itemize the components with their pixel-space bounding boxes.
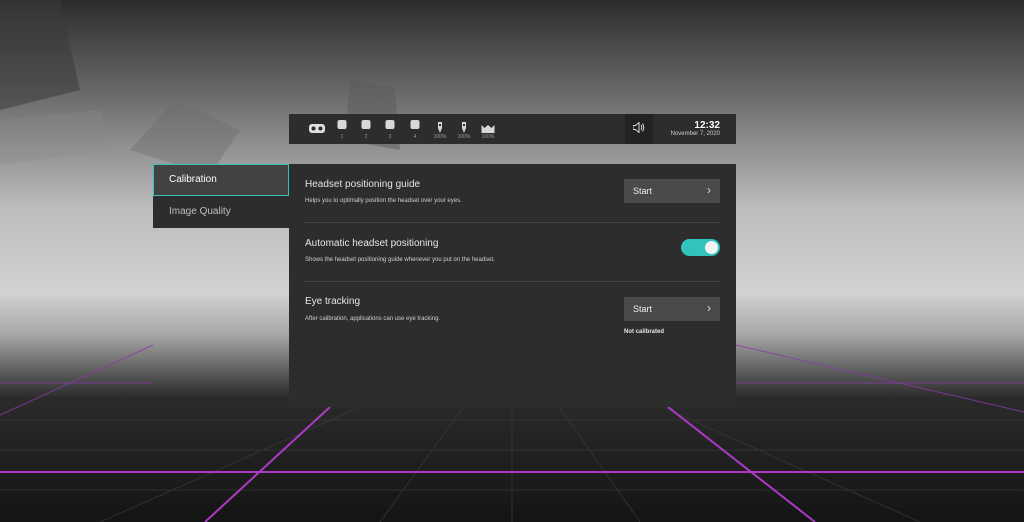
eye-tracking-description: After calibration, applications can use …	[305, 316, 441, 322]
top-status-bar: 1 2 3 4 100% 100% 100% 12:32 November 7,…	[289, 114, 736, 144]
clock-date: November 7, 2020	[670, 131, 720, 137]
chevron-right-icon: ›	[707, 301, 711, 315]
desktop-3-button[interactable]: 3	[379, 114, 401, 144]
auto-positioning-description: Shows the headset positioning guide when…	[305, 257, 495, 263]
tab-calibration[interactable]: Calibration	[153, 164, 289, 196]
headset-battery-label: 100%	[481, 134, 495, 140]
desktop-1-label: 1	[340, 134, 344, 140]
divider	[305, 222, 720, 223]
right-controller-battery: 100%	[457, 134, 471, 140]
headset-guide-start-label: Start	[633, 186, 653, 196]
chevron-right-icon: ›	[707, 183, 711, 197]
headset-battery-status: 100%	[477, 114, 499, 144]
eye-tracking-start-label: Start	[633, 304, 653, 314]
desktop-4-label: 4	[413, 134, 417, 140]
speaker-icon	[632, 120, 645, 138]
desktop-4-button[interactable]: 4	[404, 114, 426, 144]
divider	[305, 281, 720, 282]
left-controller-battery: 100%	[433, 134, 447, 140]
eye-tracking-title: Eye tracking	[305, 296, 361, 307]
eye-tracking-status: Not calibrated	[624, 329, 665, 335]
desktop-2-icon	[361, 120, 371, 129]
desktop-3-label: 3	[388, 134, 392, 140]
desktop-1-icon	[337, 120, 347, 129]
desktop-2-label: 2	[364, 134, 368, 140]
right-controller-status: 100%	[453, 114, 475, 144]
settings-sidebar: Calibration Image Quality	[153, 164, 289, 228]
vr-headset-icon	[309, 120, 325, 138]
tab-image-quality[interactable]: Image Quality	[153, 196, 289, 228]
headset-guide-title: Headset positioning guide	[305, 179, 421, 190]
calibration-panel: Headset positioning guide Helps you to o…	[289, 164, 736, 407]
desktop-2-button[interactable]: 2	[355, 114, 377, 144]
auto-positioning-title: Automatic headset positioning	[305, 238, 439, 249]
vr-headset-button[interactable]	[306, 114, 328, 144]
left-controller-status: 100%	[429, 114, 451, 144]
auto-positioning-toggle[interactable]	[681, 239, 720, 256]
desktop-4-icon	[410, 120, 420, 129]
headset-guide-description: Helps you to optimally position the head…	[305, 198, 462, 204]
desktop-1-button[interactable]: 1	[331, 114, 353, 144]
clock-time: 12:32	[694, 120, 720, 131]
headset-guide-start-button[interactable]: Start ›	[624, 179, 720, 203]
eye-tracking-start-button[interactable]: Start ›	[624, 297, 720, 321]
desktop-3-icon	[385, 120, 395, 129]
volume-button[interactable]	[625, 114, 653, 144]
toggle-knob	[705, 241, 718, 254]
